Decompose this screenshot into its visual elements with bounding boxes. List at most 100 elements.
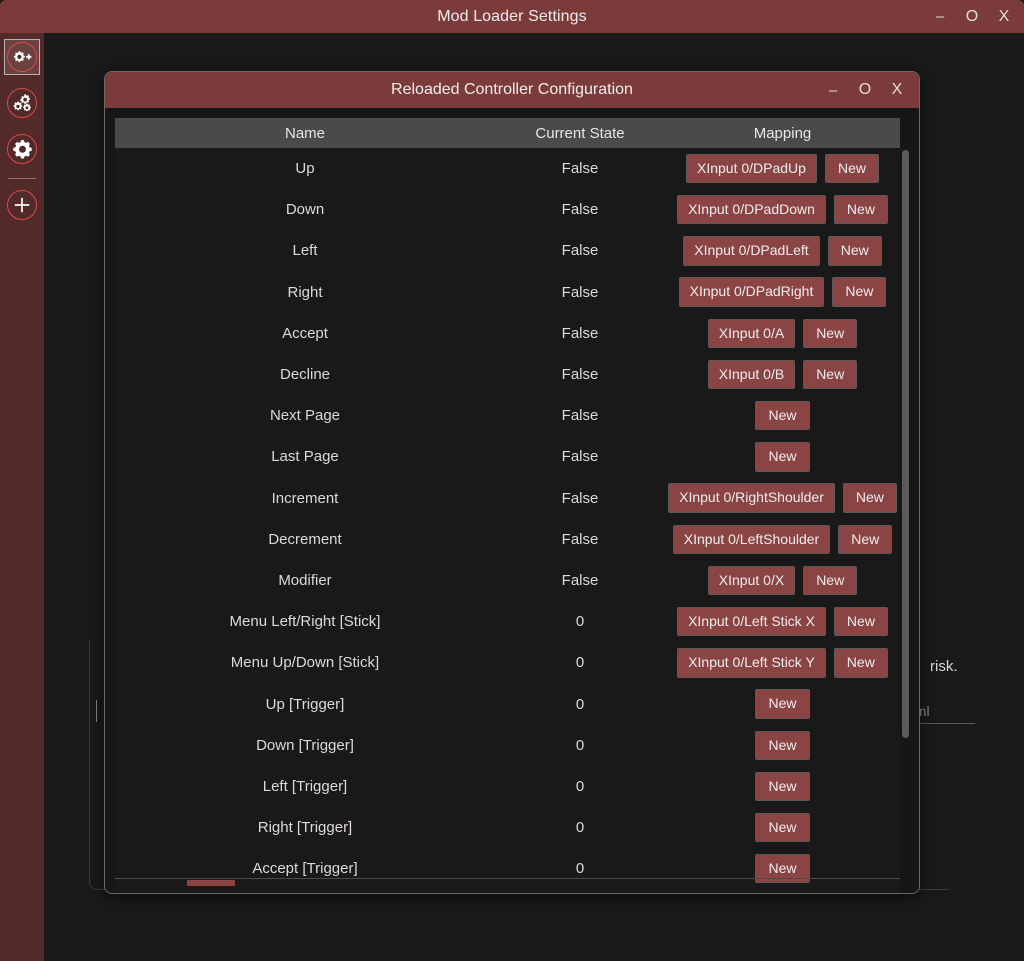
gear-plus-icon [7, 42, 37, 72]
binding-mapping-cell: XInput 0/DPadDown New [665, 195, 900, 225]
vertical-scrollbar-thumb[interactable] [902, 150, 909, 738]
new-mapping-button[interactable]: New [824, 153, 879, 184]
plus-icon [7, 190, 37, 220]
table-row: Down False XInput 0/DPadDown New [115, 189, 900, 230]
mapping-button[interactable]: XInput 0/A [707, 318, 796, 349]
vertical-scrollbar[interactable] [899, 118, 911, 893]
dialog-body: Name Current State Mapping Up False XInput… [105, 108, 919, 893]
dialog-maximize-icon[interactable]: O [849, 72, 881, 108]
mapping-button[interactable]: XInput 0/DPadUp [686, 153, 817, 184]
binding-name: Increment [271, 489, 339, 507]
gear-icon [7, 134, 37, 164]
table-row: Next Page False New [115, 395, 900, 436]
binding-name: Accept [282, 324, 328, 342]
binding-mapping-cell: New [665, 689, 900, 719]
binding-name: Right [287, 283, 323, 301]
mapping-button[interactable]: XInput 0/DPadDown [677, 195, 826, 225]
dialog-titlebar[interactable]: Reloaded Controller Configuration – O X [105, 72, 919, 108]
binding-current-state: 0 [575, 736, 585, 754]
new-mapping-button[interactable]: New [842, 483, 897, 513]
mapping-button[interactable]: XInput 0/DPadLeft [683, 236, 820, 266]
new-mapping-button[interactable]: New [827, 236, 882, 266]
sidebar-divider [8, 178, 36, 179]
binding-mapping-cell: XInput 0/X New [665, 565, 900, 596]
minimize-icon[interactable]: – [924, 0, 956, 33]
column-header-name: Name [284, 124, 325, 142]
main-window-title: Mod Loader Settings [437, 8, 587, 25]
binding-mapping-cell: XInput 0/B New [665, 359, 900, 390]
main-window-controls: – O X [924, 0, 1020, 33]
binding-mapping-cell: XInput 0/A New [665, 318, 900, 349]
mapping-button[interactable]: XInput 0/B [707, 359, 796, 390]
new-mapping-button[interactable]: New [755, 401, 810, 431]
new-mapping-button[interactable]: New [803, 565, 858, 596]
binding-name: Accept [Trigger] [252, 860, 358, 878]
sidebar [0, 33, 44, 961]
new-mapping-button[interactable]: New [755, 730, 810, 760]
sidebar-item-add[interactable] [4, 187, 40, 223]
mapping-button[interactable]: XInput 0/Left Stick X [677, 606, 826, 637]
binding-name: Next Page [269, 407, 341, 425]
dialog-minimize-icon[interactable]: – [817, 72, 849, 108]
new-mapping-button[interactable]: New [832, 277, 887, 307]
binding-mapping-cell: XInput 0/Left Stick X New [665, 606, 900, 637]
binding-current-state: False [561, 366, 599, 384]
binding-current-state: 0 [575, 695, 585, 713]
binding-name: Down [285, 201, 325, 219]
new-mapping-button[interactable]: New [838, 524, 893, 554]
binding-mapping-cell: XInput 0/Left Stick Y New [665, 648, 900, 678]
table-row: Increment False XInput 0/RightShoulder New [115, 478, 900, 519]
dialog-title: Reloaded Controller Configuration [391, 81, 633, 98]
new-mapping-button[interactable]: New [833, 648, 888, 678]
binding-name: Last Page [271, 448, 339, 466]
mapping-button[interactable]: XInput 0/DPadRight [678, 277, 825, 307]
binding-mapping-cell: XInput 0/DPadRight New [665, 277, 900, 307]
table-row: Accept False XInput 0/A New [115, 313, 900, 354]
binding-mapping-cell: New [665, 730, 900, 760]
mapping-button[interactable]: XInput 0/X [707, 565, 796, 596]
mapping-button[interactable]: XInput 0/Left Stick Y [677, 648, 826, 678]
binding-current-state: 0 [575, 777, 585, 795]
sidebar-item-add-application[interactable] [4, 39, 40, 75]
horizontal-scrollbar-thumb[interactable] [187, 880, 235, 886]
controller-configuration-dialog: Reloaded Controller Configuration – O X … [104, 71, 920, 894]
new-mapping-button[interactable]: New [755, 442, 810, 472]
table-row: Last Page False New [115, 436, 900, 477]
binding-name: Left [292, 242, 318, 260]
binding-current-state: 0 [575, 819, 585, 837]
new-mapping-button[interactable]: New [755, 812, 810, 843]
table-row: Decrement False XInput 0/LeftShoulder New [115, 519, 900, 560]
binding-current-state: False [561, 201, 599, 219]
horizontal-scrollbar[interactable] [115, 878, 900, 887]
binding-current-state: False [561, 242, 599, 260]
binding-name: Menu Left/Right [Stick] [229, 613, 381, 631]
mapping-button[interactable]: XInput 0/LeftShoulder [672, 524, 831, 554]
close-icon[interactable]: X [988, 0, 1020, 33]
new-mapping-button[interactable]: New [833, 195, 888, 225]
new-mapping-button[interactable]: New [803, 318, 858, 349]
table-row: Up [Trigger] 0 New [115, 683, 900, 724]
table-row: Left False XInput 0/DPadLeft New [115, 230, 900, 271]
bindings-table: Name Current State Mapping Up False XInput… [115, 118, 900, 893]
new-mapping-button[interactable]: New [803, 359, 858, 390]
dialog-close-icon[interactable]: X [881, 72, 913, 108]
table-row: Menu Up/Down [Stick] 0 XInput 0/Left Stick… [115, 642, 900, 683]
binding-mapping-cell: New [665, 442, 900, 472]
new-mapping-button[interactable]: New [833, 606, 888, 637]
mapping-button[interactable]: XInput 0/RightShoulder [668, 483, 835, 513]
table-row: Left [Trigger] 0 New [115, 766, 900, 807]
binding-name: Up [Trigger] [265, 695, 345, 713]
new-mapping-button[interactable]: New [755, 689, 810, 719]
table-header-row: Name Current State Mapping [115, 118, 900, 148]
sidebar-item-manage-mods[interactable] [4, 85, 40, 121]
main-window: Mod Loader Settings – O X risk. aml Relo… [0, 0, 1024, 961]
maximize-icon[interactable]: O [956, 0, 988, 33]
binding-mapping-cell: New [665, 401, 900, 431]
sidebar-item-settings[interactable] [4, 131, 40, 167]
table-row: Right [Trigger] 0 New [115, 807, 900, 848]
new-mapping-button[interactable]: New [755, 771, 810, 802]
dialog-window-controls: – O X [817, 72, 913, 108]
main-titlebar[interactable]: Mod Loader Settings – O X [0, 0, 1024, 33]
binding-current-state: False [561, 448, 599, 466]
table-row: Down [Trigger] 0 New [115, 725, 900, 766]
